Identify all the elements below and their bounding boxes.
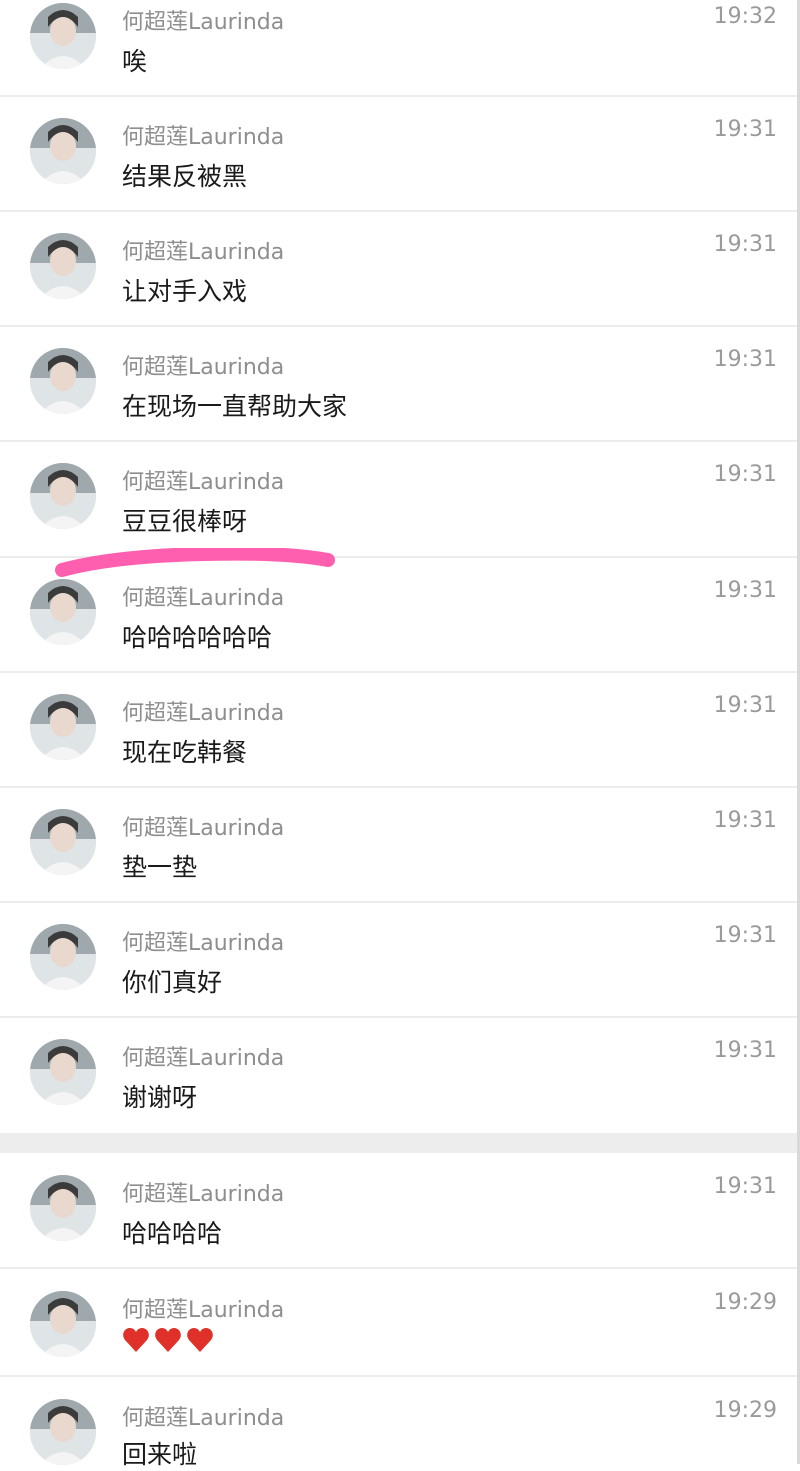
sender-name: 何超莲Laurinda	[122, 1046, 285, 1071]
sender-name: 何超莲Laurinda	[122, 701, 285, 726]
message-row[interactable]: 何超莲Laurinda 19:31 结果反被黑	[0, 97, 797, 212]
message-text: 你们真好	[122, 968, 223, 997]
message-row[interactable]: 何超莲Laurinda 19:29	[0, 1269, 797, 1377]
message-time: 19:31	[713, 347, 777, 372]
message-time: 19:31	[713, 232, 777, 257]
message-time: 19:31	[713, 1038, 777, 1063]
message-row[interactable]: 何超莲Laurinda 19:31 哈哈哈哈	[0, 1153, 797, 1269]
message-row[interactable]: 何超莲Laurinda 19:31 哈哈哈哈哈哈	[0, 558, 797, 673]
message-text: 让对手入戏	[122, 277, 248, 306]
message-time: 19:32	[713, 4, 777, 29]
message-emoji	[122, 1327, 214, 1353]
section-separator	[0, 1133, 797, 1153]
sender-name: 何超莲Laurinda	[122, 1298, 285, 1323]
sender-name: 何超莲Laurinda	[122, 355, 285, 380]
message-text: 哈哈哈哈	[122, 1219, 223, 1248]
avatar[interactable]	[30, 1291, 96, 1357]
sender-name: 何超莲Laurinda	[122, 240, 285, 265]
avatar[interactable]	[30, 694, 96, 760]
sender-name: 何超莲Laurinda	[122, 1406, 285, 1431]
message-time: 19:29	[713, 1290, 777, 1315]
heart-emoji-icon	[187, 1328, 213, 1352]
message-time: 19:31	[713, 808, 777, 833]
message-text: 现在吃韩餐	[122, 738, 248, 767]
sender-name: 何超莲Laurinda	[122, 125, 285, 150]
message-text: 回来啦	[122, 1440, 198, 1469]
message-time: 19:31	[713, 462, 777, 487]
heart-emoji-icon	[123, 1328, 149, 1352]
avatar[interactable]	[30, 809, 96, 875]
message-text: 豆豆很棒呀	[122, 507, 248, 536]
message-text: 结果反被黑	[122, 162, 248, 191]
message-list[interactable]: 何超莲Laurinda 19:32 唉 何超莲Laurinda 19:31 结果…	[0, 0, 800, 1469]
message-time: 19:29	[713, 1398, 777, 1423]
sender-name: 何超莲Laurinda	[122, 470, 285, 495]
message-row[interactable]: 何超莲Laurinda 19:31 你们真好	[0, 903, 797, 1018]
avatar[interactable]	[30, 1175, 96, 1241]
heart-emoji-icon	[155, 1328, 181, 1352]
message-text: 谢谢呀	[122, 1083, 198, 1112]
message-row[interactable]: 何超莲Laurinda 19:31 让对手入戏	[0, 212, 797, 327]
message-row[interactable]: 何超莲Laurinda 19:31 谢谢呀	[0, 1018, 797, 1133]
message-time: 19:31	[713, 1174, 777, 1199]
avatar[interactable]	[30, 118, 96, 184]
sender-name: 何超莲Laurinda	[122, 816, 285, 841]
avatar[interactable]	[30, 1039, 96, 1105]
message-time: 19:31	[713, 578, 777, 603]
sender-name: 何超莲Laurinda	[122, 1182, 285, 1207]
message-row[interactable]: 何超莲Laurinda 19:31 在现场一直帮助大家	[0, 327, 797, 442]
message-time: 19:31	[713, 117, 777, 142]
avatar[interactable]	[30, 579, 96, 645]
message-text: 垫一垫	[122, 853, 198, 882]
message-row[interactable]: 何超莲Laurinda 19:32 唉	[0, 0, 797, 97]
message-time: 19:31	[713, 693, 777, 718]
sender-name: 何超莲Laurinda	[122, 586, 285, 611]
message-text: 唉	[122, 47, 148, 76]
avatar[interactable]	[30, 924, 96, 990]
avatar[interactable]	[30, 1399, 96, 1465]
avatar[interactable]	[30, 3, 96, 69]
message-row[interactable]: 何超莲Laurinda 19:31 现在吃韩餐	[0, 673, 797, 788]
avatar[interactable]	[30, 463, 96, 529]
sender-name: 何超莲Laurinda	[122, 931, 285, 956]
message-row[interactable]: 何超莲Laurinda 19:31 垫一垫	[0, 788, 797, 903]
message-row[interactable]: 何超莲Laurinda 19:31 豆豆很棒呀	[0, 442, 797, 558]
avatar[interactable]	[30, 233, 96, 299]
message-row[interactable]: 何超莲Laurinda 19:29 回来啦	[0, 1377, 797, 1469]
message-text: 在现场一直帮助大家	[122, 392, 348, 421]
avatar[interactable]	[30, 348, 96, 414]
message-text: 哈哈哈哈哈哈	[122, 623, 273, 652]
message-time: 19:31	[713, 923, 777, 948]
sender-name: 何超莲Laurinda	[122, 10, 285, 35]
